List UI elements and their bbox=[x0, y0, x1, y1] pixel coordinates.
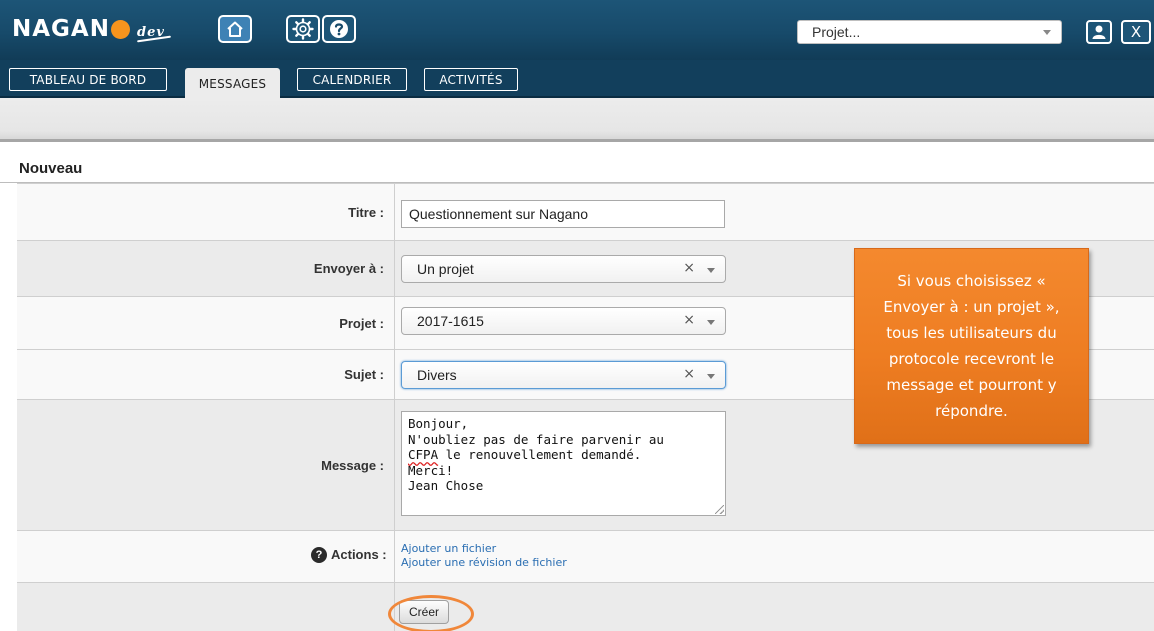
clear-icon[interactable]: × bbox=[683, 366, 695, 382]
add-file-link[interactable]: Ajouter un fichier bbox=[401, 542, 496, 555]
message-line: Merci! bbox=[408, 462, 454, 478]
user-icon bbox=[1092, 25, 1106, 39]
textarea-resize-handle[interactable] bbox=[715, 505, 724, 514]
highlight-ring bbox=[388, 595, 474, 631]
main-tab-bar: TABLEAU DE BORD MESSAGES CALENDRIER ACTI… bbox=[0, 60, 1154, 100]
home-button[interactable] bbox=[218, 15, 252, 43]
help-button[interactable] bbox=[322, 15, 356, 43]
form-row-submit bbox=[17, 582, 1154, 631]
misspelled-word: CFPA bbox=[408, 447, 439, 462]
chevron-down-icon bbox=[1043, 30, 1051, 35]
projet-select[interactable]: 2017-1615 × bbox=[401, 307, 726, 335]
close-icon: X bbox=[1130, 23, 1142, 41]
user-profile-button[interactable] bbox=[1086, 20, 1112, 44]
chevron-down-icon bbox=[707, 268, 715, 273]
message-textarea[interactable]: Bonjour, N'oubliez pas de faire parvenir… bbox=[401, 411, 726, 516]
tab-calendrier[interactable]: CALENDRIER bbox=[297, 68, 407, 91]
settings-button[interactable] bbox=[286, 15, 320, 43]
home-icon bbox=[227, 21, 243, 37]
gear-icon bbox=[292, 18, 314, 40]
annotation-callout: Si vous choisissez « Envoyer à : un proj… bbox=[854, 248, 1089, 444]
clear-icon[interactable]: × bbox=[683, 312, 695, 328]
envoyer-select[interactable]: Un projet × bbox=[401, 255, 726, 283]
projet-label: Projet : bbox=[17, 297, 395, 349]
projet-select-value: 2017-1615 bbox=[417, 313, 484, 329]
message-line: N'oubliez pas de faire parvenir au bbox=[408, 431, 664, 447]
tab-messages[interactable]: MESSAGES bbox=[185, 68, 280, 100]
sujet-select[interactable]: Divers × bbox=[401, 361, 726, 389]
tab-activites[interactable]: ACTIVITÉS bbox=[424, 68, 518, 91]
sujet-select-value: Divers bbox=[417, 367, 457, 383]
sub-toolbar-strip bbox=[0, 98, 1154, 142]
form-row-actions bbox=[17, 530, 1154, 582]
logo-dev-suffix: dev bbox=[137, 22, 165, 44]
submit-label-cell bbox=[17, 583, 395, 631]
project-select[interactable]: Projet... bbox=[797, 20, 1062, 44]
envoyer-select-value: Un projet bbox=[417, 261, 474, 277]
clear-icon[interactable]: × bbox=[683, 260, 695, 276]
actions-label: Actions : bbox=[331, 547, 387, 562]
message-line: le renouvellement demandé. bbox=[438, 447, 642, 462]
chevron-down-icon bbox=[707, 374, 715, 379]
close-button[interactable]: X bbox=[1121, 20, 1151, 44]
logo-o-ball bbox=[110, 20, 130, 39]
section-title: Nouveau bbox=[19, 160, 83, 177]
chevron-down-icon bbox=[707, 320, 715, 325]
envoyer-label: Envoyer à : bbox=[17, 241, 395, 296]
titre-label: Titre : bbox=[17, 184, 395, 240]
tab-tableau-de-bord[interactable]: TABLEAU DE BORD bbox=[9, 68, 167, 91]
sujet-label: Sujet : bbox=[17, 350, 395, 399]
titre-input[interactable]: Questionnement sur Nagano bbox=[401, 200, 725, 228]
callout-text: Si vous choisissez « Envoyer à : un proj… bbox=[883, 272, 1060, 420]
message-label: Message : bbox=[17, 400, 395, 530]
help-icon[interactable]: ? bbox=[311, 547, 327, 563]
top-header: NAGAN dev Projet... X bbox=[0, 0, 1154, 60]
message-line: Bonjour, bbox=[408, 416, 469, 431]
logo-text-nagan: NAGAN bbox=[12, 16, 110, 42]
project-select-value: Projet... bbox=[812, 24, 861, 40]
help-icon bbox=[330, 20, 348, 38]
add-file-revision-link[interactable]: Ajouter une révision de fichier bbox=[401, 556, 567, 569]
nagano-logo[interactable]: NAGAN dev bbox=[12, 14, 165, 44]
message-line: Jean Chose bbox=[408, 478, 484, 493]
